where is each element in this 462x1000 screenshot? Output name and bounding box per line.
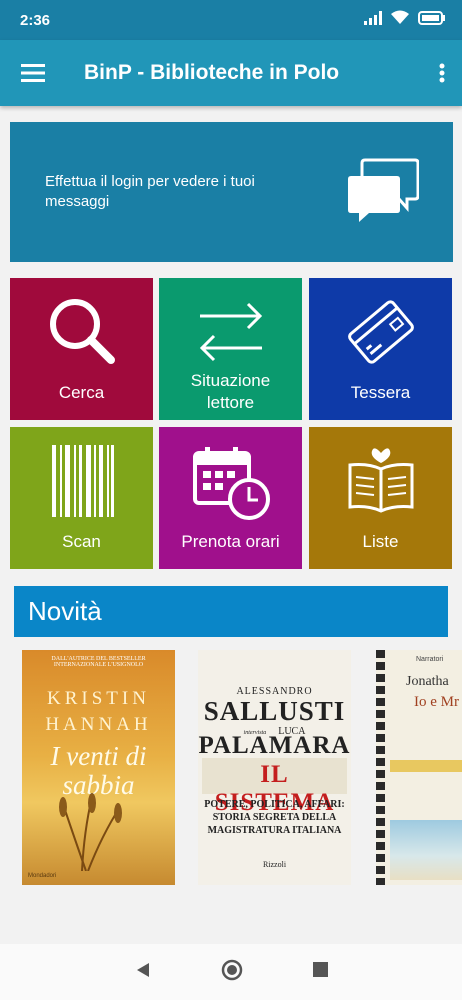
system-nav-bar (0, 944, 462, 1000)
battery-icon (418, 10, 446, 30)
home-button[interactable] (221, 959, 243, 986)
book-3-title: Io e Mr (414, 694, 459, 710)
search-icon (10, 296, 153, 366)
book-1-publisher: Mondadori (28, 873, 57, 879)
app-title: BinP - Biblioteche in Polo (84, 61, 340, 84)
app-bar: BinP - Biblioteche in Polo (0, 40, 462, 106)
overflow-menu-button[interactable] (422, 40, 462, 106)
tile-scan-label: Scan (62, 532, 101, 551)
tile-scan[interactable]: Scan (10, 427, 153, 569)
book-3-author: Jonatha (406, 674, 449, 689)
wifi-icon (390, 10, 410, 30)
back-button[interactable] (135, 962, 151, 983)
tile-liste[interactable]: Liste (309, 427, 452, 569)
book-2-co-author-last: PALAMARA (198, 732, 351, 759)
tile-prenota-orari[interactable]: Prenota orari (159, 427, 302, 569)
recents-square-icon (312, 962, 328, 977)
book-2-subtitle: POTERE, POLITICA, AFFARI: STORIA SEGRETA… (204, 799, 345, 836)
book-1-tagline: Dall'autrice del bestseller internaziona… (51, 656, 146, 668)
tile-tessera-label: Tessera (350, 383, 411, 402)
book-2-publisher: Rizzoli (262, 860, 287, 869)
tile-situazione-lettore-label: Situazione lettore (190, 371, 271, 412)
status-icons (364, 10, 446, 30)
signal-icon (364, 10, 382, 30)
tile-tessera[interactable]: Tessera (309, 278, 452, 420)
status-bar: 2:36 (0, 0, 462, 40)
login-message: Effettua il login per vedere i tuoi mess… (45, 173, 255, 210)
back-triangle-icon (136, 962, 149, 977)
home-circle-icon (221, 959, 242, 980)
book-3-series: Narratori (416, 656, 444, 663)
status-time: 2:36 (20, 11, 51, 29)
menu-button[interactable] (0, 40, 66, 106)
tile-cerca-label: Cerca (58, 383, 105, 402)
chat-bubbles-icon (347, 156, 420, 229)
book-cover-i-venti-di-sabbia[interactable]: Dall'autrice del bestseller internaziona… (22, 650, 175, 885)
tile-situazione-lettore[interactable]: Situazione lettore (159, 278, 302, 420)
tile-cerca[interactable]: Cerca (10, 278, 153, 420)
book-1-author: KRISTIN HANNAH (45, 688, 152, 735)
wheat-illustration (59, 793, 122, 871)
tile-prenota-orari-label: Prenota orari (181, 532, 280, 551)
novita-header: Novità (14, 586, 448, 637)
book-cover-il-sistema[interactable]: ALESSANDRO SALLUSTI intervista LUCA PALAM… (198, 650, 351, 885)
book-cover-io-e-mr[interactable]: Narratori Jonatha Io e Mr (376, 650, 462, 885)
hamburger-menu-icon (21, 64, 45, 82)
swap-arrows-icon (159, 296, 302, 366)
login-banner[interactable]: Effettua il login per vedere i tuoi mess… (10, 122, 453, 262)
book-heart-icon (309, 445, 452, 515)
tile-liste-label: Liste (362, 532, 399, 551)
book-2-author-last: SALLUSTI (203, 696, 346, 726)
film-strip (376, 650, 385, 885)
calendar-clock-icon (159, 445, 302, 521)
more-vert-icon (439, 63, 445, 83)
recents-button[interactable] (312, 962, 328, 982)
barcode-icon (10, 445, 153, 517)
novita-title: Novità (28, 596, 102, 626)
credit-card-icon (309, 296, 452, 368)
